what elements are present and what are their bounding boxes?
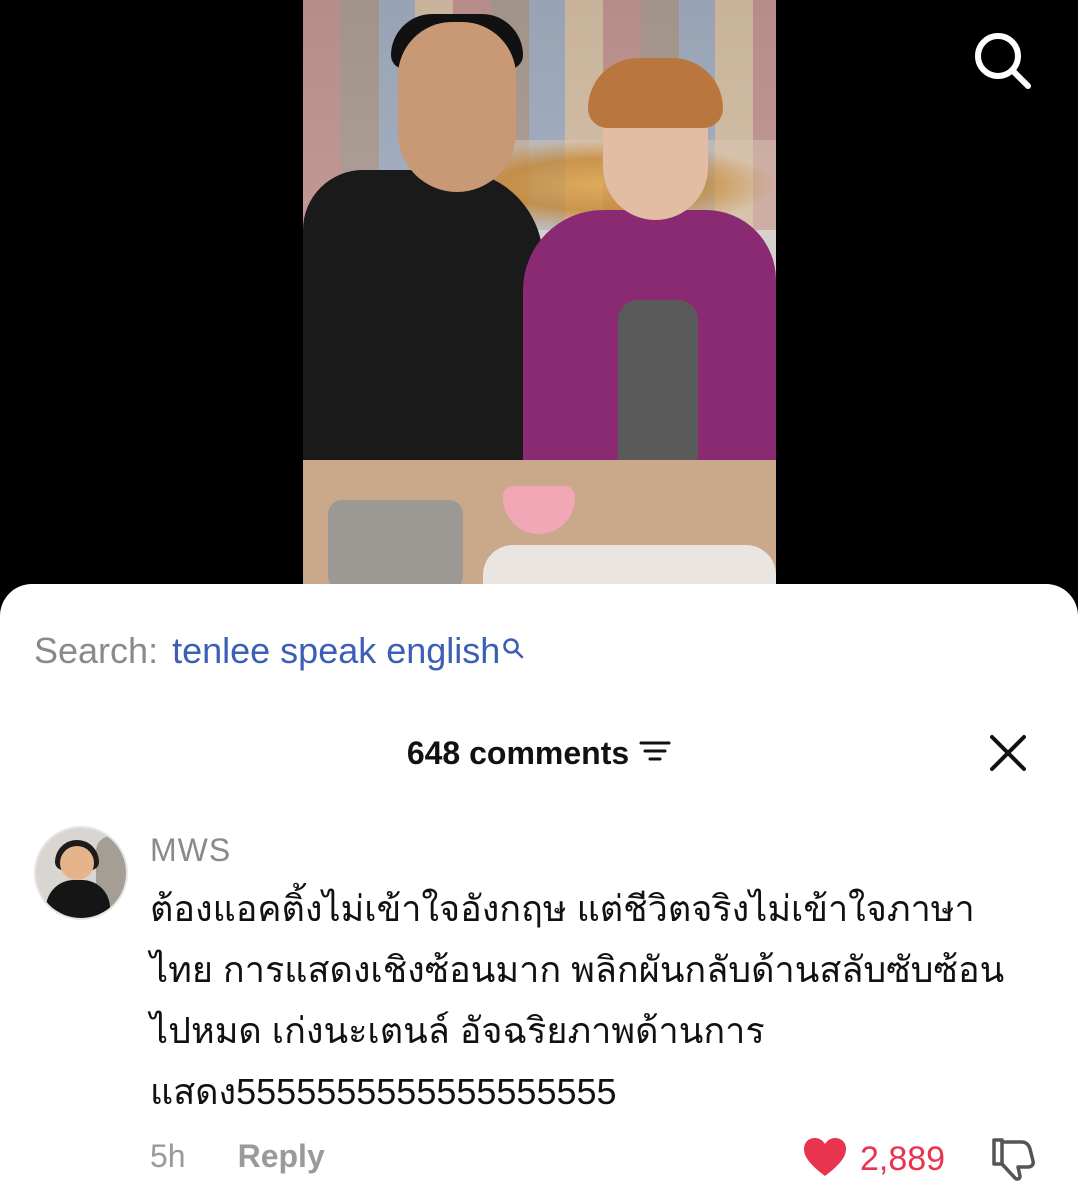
avatar-body bbox=[46, 880, 110, 918]
comments-header: 648 comments bbox=[0, 730, 1078, 776]
search-suggestion-query[interactable]: tenlee speak english bbox=[172, 630, 500, 672]
video-person-left-face bbox=[398, 22, 516, 192]
close-icon[interactable] bbox=[988, 733, 1028, 773]
video-person-right-hair bbox=[588, 58, 723, 128]
comments-count: 648 comments bbox=[406, 734, 630, 771]
search-suggestion[interactable]: Search: tenlee speak english bbox=[34, 630, 524, 674]
search-icon[interactable] bbox=[972, 30, 1032, 90]
comment-text: ต้องแอคติ้งไม่เข้าใจอังกฤษ แต่ชีวิตจริงไ… bbox=[150, 888, 1005, 1112]
reply-button[interactable]: Reply bbox=[238, 1138, 325, 1175]
avatar[interactable] bbox=[34, 826, 128, 920]
video-person-left bbox=[303, 170, 543, 470]
like-button[interactable]: 2,889 bbox=[802, 1136, 945, 1183]
search-mini-icon bbox=[502, 626, 524, 668]
comment-time: 5h bbox=[150, 1138, 186, 1174]
comment-username[interactable]: MWS bbox=[150, 832, 231, 869]
video-money-tin bbox=[328, 500, 463, 590]
search-suggestion-label: Search: bbox=[34, 630, 159, 671]
avatar-face bbox=[60, 846, 94, 880]
like-count: 2,889 bbox=[860, 1140, 946, 1178]
dislike-icon[interactable] bbox=[988, 1136, 1036, 1182]
video-person-right-shirt bbox=[618, 300, 698, 470]
video-player[interactable] bbox=[303, 0, 776, 600]
comment-meta: 5h Reply bbox=[150, 1138, 325, 1175]
sort-icon[interactable] bbox=[639, 735, 671, 772]
heart-icon[interactable] bbox=[802, 1136, 848, 1183]
